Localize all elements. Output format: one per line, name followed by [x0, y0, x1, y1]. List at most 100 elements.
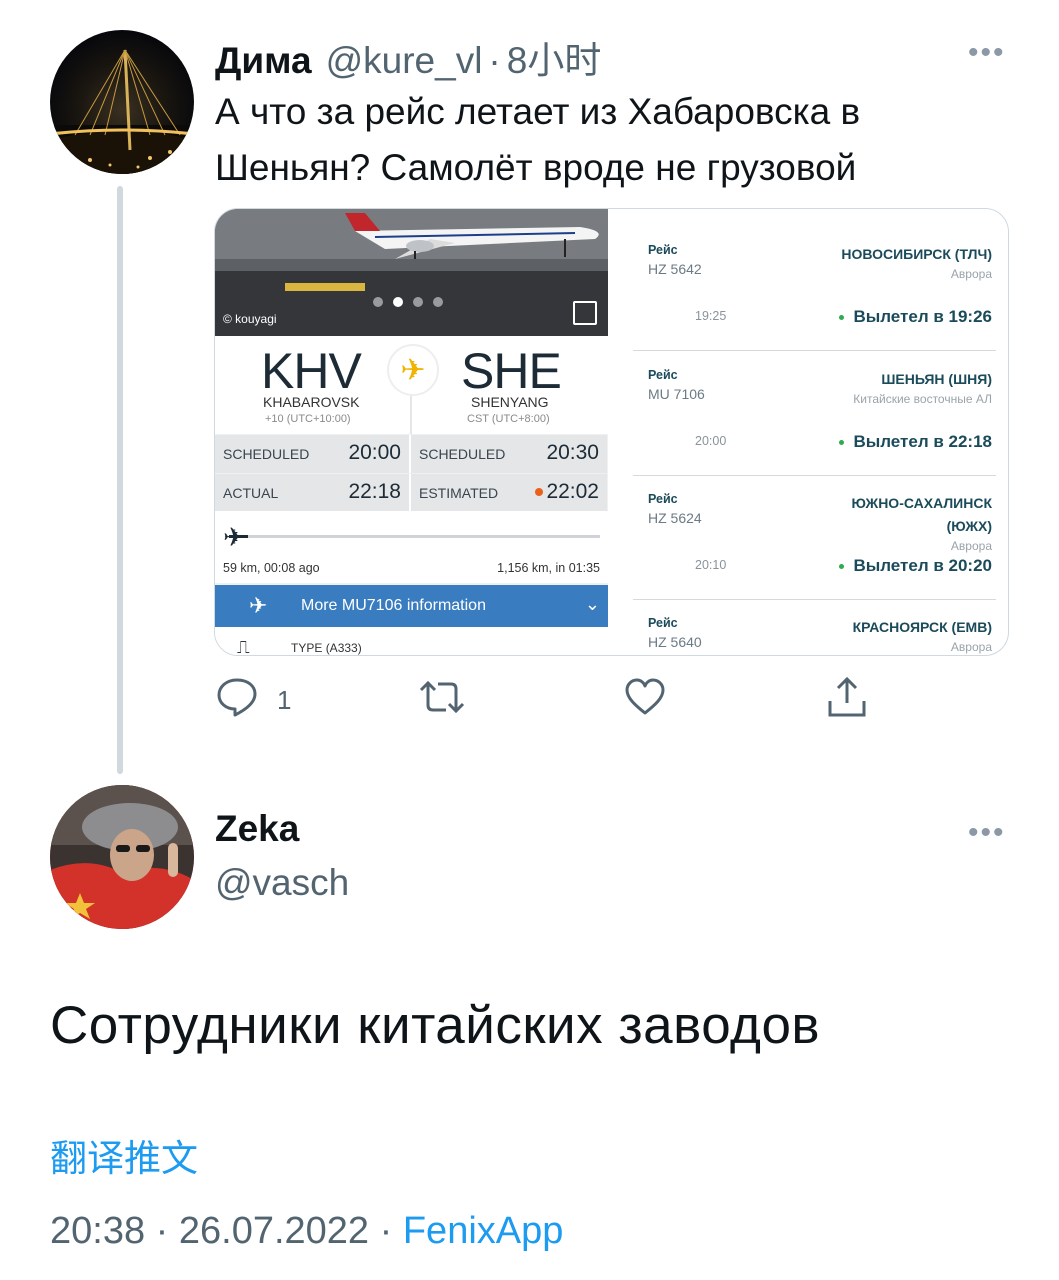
destination-line-1: ЮЖНО-САХАЛИНСК	[851, 495, 992, 511]
flight-status: Вылетел в 22:18	[839, 432, 992, 452]
actual-departure: ACTUAL 22:18	[215, 474, 411, 512]
departure-item[interactable]: Рейс HZ 5624 20:10 ЮЖНО-САХАЛИНСК (ЮЖХ) А…	[633, 476, 996, 600]
separator: ·	[488, 40, 501, 81]
airline: Аврора	[950, 539, 992, 553]
aircraft-photo: © kouyagi	[215, 209, 608, 336]
actual-departure-time: 22:18	[348, 480, 401, 503]
plane-info-icon: ✈	[249, 593, 268, 618]
type-value: (A333)	[325, 641, 362, 655]
carousel-dots[interactable]	[373, 297, 443, 307]
flight-status: Вылетел в 20:20	[839, 556, 992, 576]
airline: Аврора	[950, 267, 992, 281]
translate-tweet-link[interactable]: 翻译推文	[50, 1128, 198, 1182]
scheduled-arrival: SCHEDULED 20:30	[411, 435, 607, 473]
open-external-icon[interactable]	[573, 301, 597, 325]
scheduled-arrival-time: 20:30	[546, 441, 599, 464]
distance-remaining: 1,156 km, in 01:35	[497, 561, 600, 575]
flight-number: HZ 5642	[648, 261, 702, 277]
carousel-dot-active[interactable]	[393, 297, 403, 307]
flight-label: Рейс	[648, 243, 678, 257]
carousel-dot[interactable]	[433, 297, 443, 307]
separator: ·	[379, 1210, 393, 1252]
person-photo	[50, 785, 194, 929]
destination-line-2: (ЮЖХ)	[946, 518, 992, 534]
reply-icon	[217, 678, 257, 717]
destination: ШЕНЬЯН (ШНЯ)	[881, 371, 992, 387]
aircraft-type-icon: ⎍	[237, 637, 250, 656]
departed-dot-icon	[839, 440, 845, 446]
tweet1-header: Дима @kure_vl · 8小时	[215, 30, 601, 84]
retweet-icon	[419, 680, 465, 714]
departure-item[interactable]: Рейс MU 7106 20:00 ШЕНЬЯН (ШНЯ) Китайски…	[633, 352, 996, 476]
tweet-meta: 20:38 · 26.07.2022 · FenixApp	[50, 1210, 563, 1253]
carousel-dot[interactable]	[413, 297, 423, 307]
chevron-down-icon: ⌄	[584, 594, 600, 614]
more-info-label: More MU7106 information	[301, 597, 486, 614]
more-options-icon[interactable]: •••	[968, 816, 1006, 850]
user-avatar-dima[interactable]	[50, 30, 194, 174]
carousel-dot[interactable]	[373, 297, 383, 307]
flightradar-screenshot[interactable]: © kouyagi KHV KHABAROVSK +10 (UTC+10:00)…	[215, 209, 608, 656]
origin-city: KHABAROVSK	[263, 394, 360, 410]
departure-item[interactable]: Рейс HZ 5640 КРАСНОЯРСК (ЕМВ) Аврора	[633, 600, 996, 655]
more-options-icon[interactable]: •••	[968, 36, 1006, 70]
user-handle[interactable]: @kure_vl	[326, 40, 483, 82]
heart-icon	[625, 678, 665, 715]
estimated-label: ESTIMATED	[419, 485, 499, 501]
share-button[interactable]	[825, 675, 869, 719]
destination-code: SHE	[461, 343, 562, 399]
estimated-dot-icon	[535, 488, 544, 497]
like-button[interactable]	[623, 675, 667, 719]
scheduled-row: SCHEDULED 20:00 SCHEDULED 20:30	[215, 435, 608, 473]
origin-timezone: +10 (UTC+10:00)	[265, 413, 351, 425]
estimated-arrival-value: 22:02	[546, 480, 599, 503]
tweet-date[interactable]: 26.07.2022	[179, 1210, 369, 1252]
departed-dot-icon	[839, 315, 845, 321]
reply-count: 1	[277, 685, 292, 715]
destination: КРАСНОЯРСК (ЕМВ)	[852, 619, 992, 635]
departed-dot-icon	[839, 564, 845, 570]
user-avatar-zeka[interactable]	[50, 785, 194, 929]
share-icon	[828, 676, 866, 717]
aircraft-type-row: ⎍ TYPE (A333)	[215, 627, 608, 656]
display-name[interactable]: Дима	[215, 40, 312, 82]
flight-status-text: Вылетел в 19:26	[853, 307, 992, 326]
reply-button[interactable]: 1	[215, 675, 291, 719]
more-info-button[interactable]: ✈ More MU7106 information ⌄	[215, 585, 608, 627]
bridge-photo	[50, 49, 194, 174]
actual-label: ACTUAL	[223, 485, 279, 501]
flight-number: HZ 5640	[648, 634, 702, 650]
flight-number: HZ 5624	[648, 510, 702, 526]
progress-track	[245, 535, 600, 538]
flight-label: Рейс	[648, 492, 678, 506]
display-name[interactable]: Zeka	[215, 808, 299, 850]
scheduled-time: 20:00	[695, 434, 727, 448]
scheduled-time: 19:25	[695, 309, 727, 323]
destination: ЮЖНО-САХАЛИНСК (ЮЖХ)	[851, 492, 992, 538]
tweet-text: А что за рейс летает из Хабаровска в Шен…	[215, 91, 861, 188]
destination-city: SHENYANG	[471, 394, 549, 410]
separator: ·	[155, 1210, 169, 1252]
actual-row: ACTUAL 22:18 ESTIMATED 22:02	[215, 474, 608, 512]
distance-flown: 59 km, 00:08 ago	[223, 561, 320, 575]
type-label: TYPE	[291, 641, 323, 655]
flight-number: MU 7106	[648, 386, 705, 402]
airplane-progress-icon: ✈	[223, 522, 245, 552]
departure-item[interactable]: Рейс HZ 5642 19:25 НОВОСИБИРСК (ТЛЧ) Авр…	[633, 227, 996, 351]
estimated-arrival: ESTIMATED 22:02	[411, 474, 607, 512]
thread-line	[117, 186, 123, 774]
airline: Китайские восточные АЛ	[853, 392, 992, 406]
retweet-button[interactable]	[418, 675, 466, 719]
tweet-time[interactable]: 20:38	[50, 1210, 145, 1252]
estimated-arrival-time: 22:02	[535, 480, 599, 504]
tweet-media[interactable]: © kouyagi KHV KHABAROVSK +10 (UTC+10:00)…	[214, 208, 1009, 656]
source-app-link[interactable]: FenixApp	[403, 1210, 564, 1252]
destination-timezone: CST (UTC+8:00)	[467, 413, 550, 425]
tweet-text: Сотрудники китайских заводов	[50, 996, 821, 1055]
tweet-time[interactable]: 8小时	[507, 30, 602, 84]
user-handle[interactable]: @vasch	[215, 862, 349, 904]
flight-status-text: Вылетел в 20:20	[853, 556, 992, 575]
photo-credit: © kouyagi	[223, 312, 277, 326]
flight-label: Рейс	[648, 368, 678, 382]
scheduled-time: 20:10	[695, 558, 727, 572]
